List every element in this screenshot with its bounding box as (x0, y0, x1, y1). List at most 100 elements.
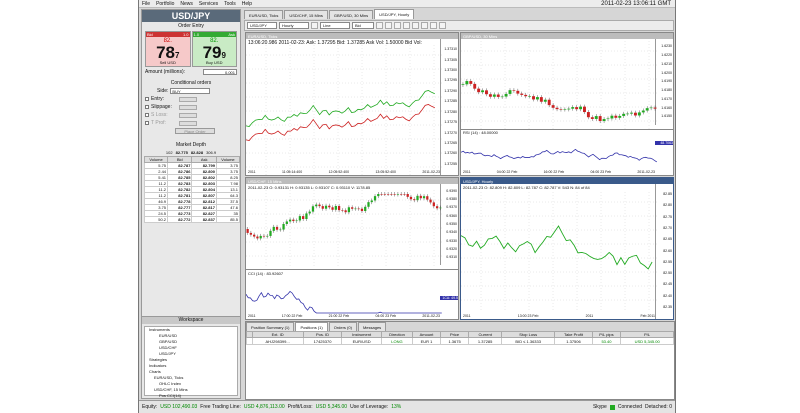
axis-tick-label: 0.9380 (446, 197, 457, 202)
chart-eurusd-ticks[interactable]: EUR/USD, Ticks 13:06:20.986 2011-02-23: … (245, 32, 459, 176)
chart-type-select[interactable]: Line (320, 22, 350, 29)
candle (524, 94, 528, 97)
side-select[interactable]: BUY (170, 88, 211, 94)
depth-cell: 82.772 (167, 216, 193, 223)
candle (269, 230, 272, 236)
connection-status: Connected (617, 404, 643, 410)
chart-usdchf-15min[interactable]: USD/CHF, 15 Mins 2011-02-23 O: 0.93131 H… (245, 177, 459, 320)
candle (571, 107, 575, 109)
axis-tick-label: 1.37280 (444, 109, 457, 114)
candle (298, 216, 302, 221)
zoom-in-icon[interactable] (311, 22, 318, 29)
entry-field[interactable] (179, 96, 197, 102)
time-tick-label: 16:00 22 Feb (543, 170, 565, 174)
depth-summary: 102 82.775 82.828 306.9 (142, 149, 240, 156)
candle (539, 97, 543, 102)
axis-tick-label: 1.37290 (444, 88, 457, 93)
print-icon[interactable] (430, 22, 437, 29)
rsi-indicator (461, 148, 657, 163)
depth-row[interactable]: 50.2 82.772 82.837 85.5 (143, 216, 241, 223)
place-order-button[interactable]: Place Order (175, 128, 215, 134)
candle (439, 207, 442, 209)
positions-cell: LONG (380, 337, 414, 345)
price-axis: 1.6230 1.6220 1.6210 1.6200 1.6190 1.6180 1.61… (655, 39, 673, 125)
candle (610, 115, 614, 119)
candle (551, 105, 555, 108)
chart-usdjpy-hourly[interactable]: USD/JPY, Hourly 2011-02-23 O: 82.809 H: … (460, 177, 674, 320)
candle (637, 112, 641, 116)
table-row[interactable]: AHJ298399... 17425370 EUR/USD LONG EUR 1 1.36… (246, 337, 674, 345)
menu-services[interactable]: Services (196, 1, 221, 7)
menu-news[interactable]: News (177, 1, 196, 7)
axis-tick-label: 82.75 (663, 214, 672, 219)
positions-tab[interactable]: Positions (1) (295, 322, 328, 331)
rsi-value-tag: 48.7063 (655, 141, 673, 145)
crosshair-icon[interactable] (376, 22, 383, 29)
candle (377, 194, 380, 197)
sell-quote-tile[interactable]: Bid 1.0 82. 787 Sell USD (145, 31, 191, 67)
stop-loss-checkbox[interactable] (145, 113, 149, 117)
menu-portfolio[interactable]: Portfolio (153, 1, 177, 7)
axis-tick-label: 82.65 (663, 237, 672, 242)
depth-summary-ask: 82.828 (190, 150, 204, 155)
slippage-checkbox[interactable] (145, 105, 149, 109)
candle (630, 112, 633, 114)
pair-select[interactable]: USD/JPY (247, 22, 277, 29)
candle (249, 232, 253, 235)
take-profit-field[interactable] (179, 120, 197, 126)
candle (586, 112, 590, 118)
depth-summary-left: 102 (165, 150, 173, 155)
text-tool-icon[interactable] (403, 22, 410, 29)
draw-line-icon[interactable] (394, 22, 401, 29)
buy-label: Buy USD (206, 60, 223, 65)
grid-icon[interactable] (421, 22, 428, 29)
amount-label: Amount (millions): (145, 69, 186, 75)
entry-checkbox[interactable] (145, 97, 149, 101)
axis-tick-label: 1.37265 (444, 141, 457, 145)
ask-spread: 1.0 (193, 32, 200, 37)
detached-count: Detached: 0 (645, 404, 672, 410)
profit-loss-value: USD 5,345.00 (315, 404, 348, 410)
save-icon[interactable] (439, 22, 446, 29)
chart-tab-bar: EUR/USD, Ticks USD/CHF, 15 Mins GBP/USD, 3… (244, 9, 674, 19)
series-line (246, 90, 435, 127)
period-select[interactable]: Hourly (279, 22, 309, 29)
take-profit-checkbox[interactable] (145, 121, 149, 125)
menu-tools[interactable]: Tools (221, 1, 239, 7)
chart-tab[interactable]: GBP/USD, 30 Mins (328, 10, 374, 19)
chart-tab[interactable]: USD/CHF, 15 Mins (284, 10, 328, 19)
candle (400, 194, 403, 195)
chart-tab[interactable]: USD/JPY, Hourly (374, 9, 415, 19)
positions-tab[interactable]: Orders (0) (328, 322, 357, 331)
price-select[interactable]: Bid (352, 22, 374, 29)
candle (386, 194, 390, 195)
candle (318, 204, 321, 207)
slippage-field[interactable] (179, 104, 197, 110)
fibonacci-icon[interactable] (412, 22, 419, 29)
axis-tick-label: 0.9320 (446, 246, 457, 251)
chart-tab[interactable]: EUR/USD, Ticks (244, 10, 284, 19)
menu-file[interactable]: File (139, 1, 153, 7)
skype-label[interactable]: Skype (593, 404, 607, 410)
candle (626, 113, 630, 115)
candle (305, 213, 308, 220)
chart-gbpusd-30min[interactable]: GBP/USD, 30 Mins 1.6230 1.6220 1.6210 1.620… (460, 32, 674, 176)
positions-cell: 1.37285 (468, 337, 502, 345)
axis-tick-label: 1.37310 (444, 47, 457, 52)
series-line (246, 290, 442, 314)
buy-quote-tile[interactable]: 1.0 Ask 82. 799 Buy USD (191, 31, 237, 67)
positions-cell: USD 5,345.00 (620, 337, 674, 345)
amount-input[interactable]: 0.001 (203, 69, 237, 75)
time-tick-label: 04:00 23 Feb (590, 170, 612, 174)
candle (653, 107, 657, 109)
candle (590, 117, 594, 119)
time-tick-label: 2011 (463, 314, 471, 318)
positions-tab[interactable]: Position Summary (1) (246, 322, 295, 331)
candle (543, 99, 547, 102)
positions-tab[interactable]: Messages (357, 322, 387, 331)
time-tick-label: 17:00 22 Feb (281, 314, 303, 318)
indicator-icon[interactable] (385, 22, 392, 29)
stop-loss-field[interactable] (179, 112, 197, 118)
menu-help[interactable]: Help (239, 1, 255, 7)
candle (246, 229, 249, 233)
